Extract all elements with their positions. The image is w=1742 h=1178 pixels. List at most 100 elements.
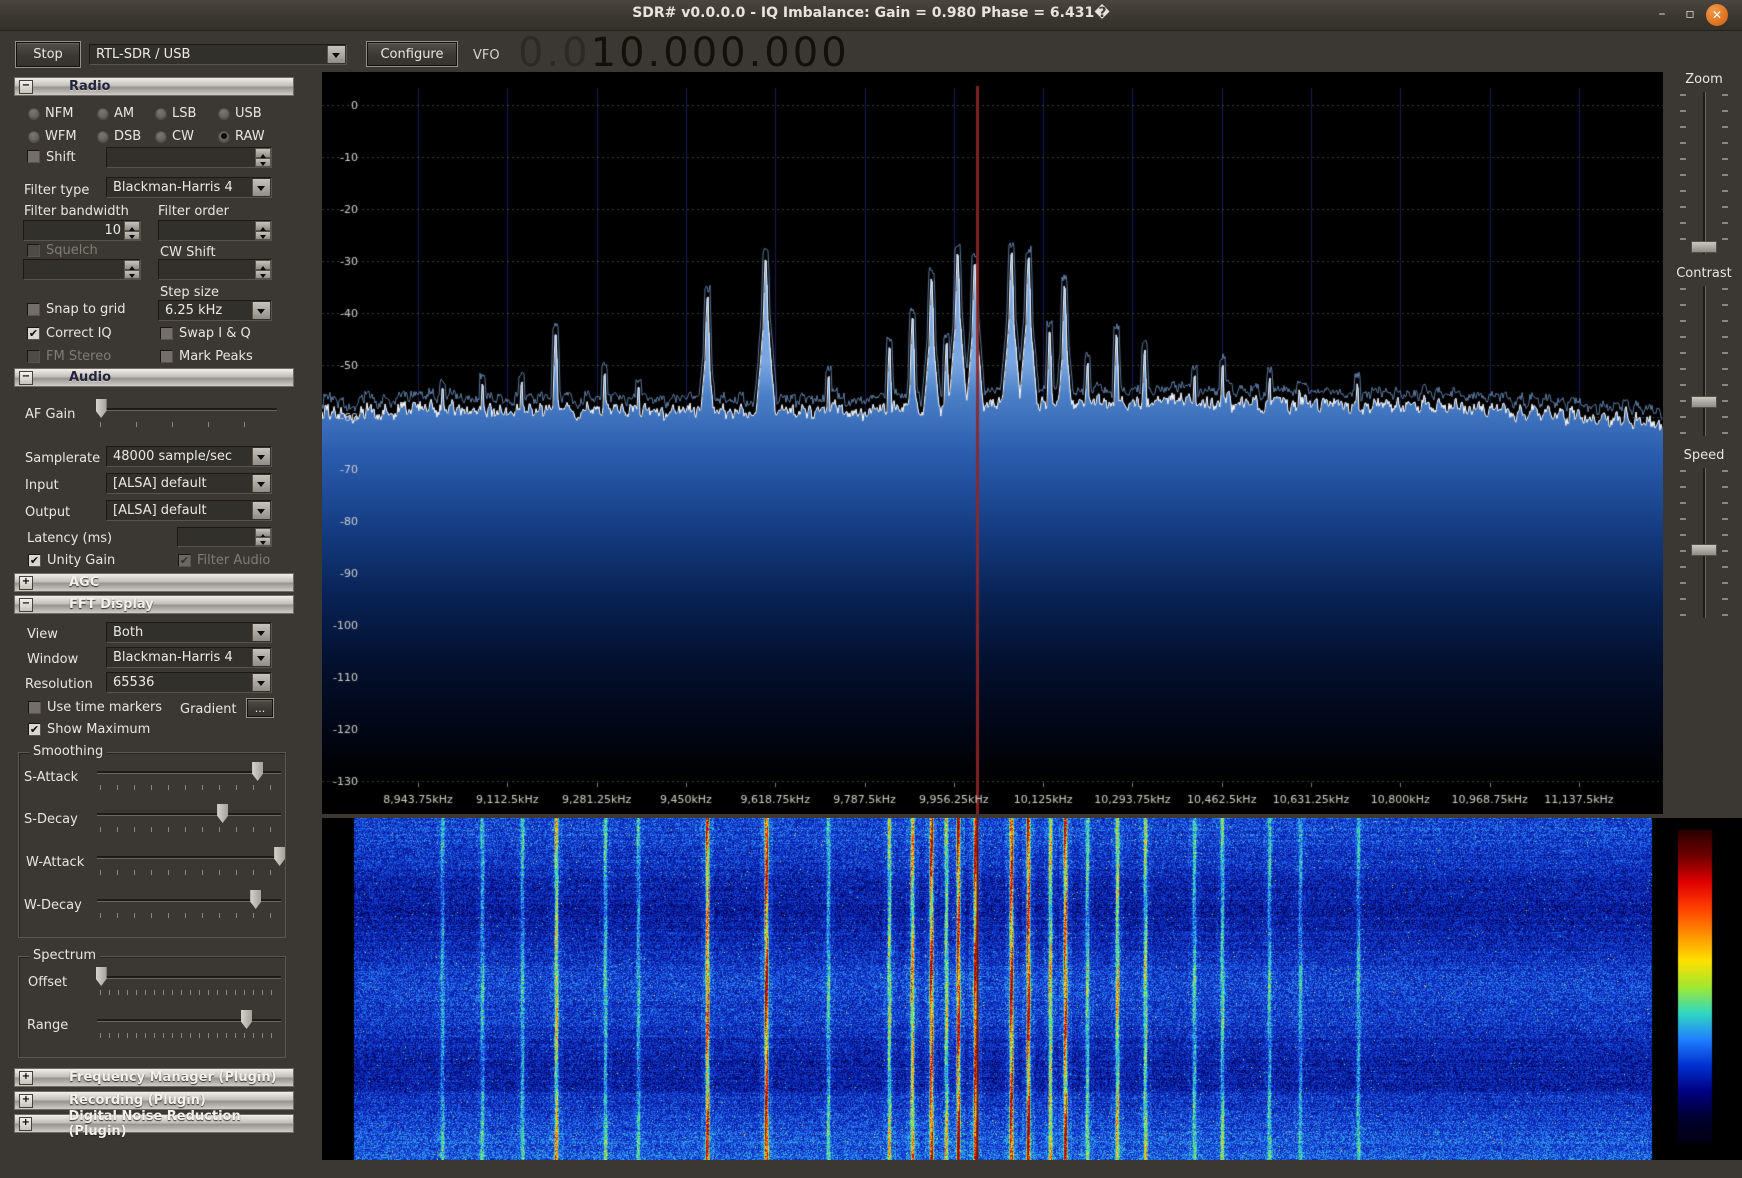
close-button[interactable]: ✕ (1706, 4, 1728, 26)
cw-shift-spinner[interactable] (255, 260, 271, 279)
s-attack-slider[interactable] (97, 762, 281, 792)
slider-track[interactable] (97, 813, 281, 815)
expand-icon[interactable]: + (19, 1071, 33, 1085)
w-attack-slider[interactable] (97, 847, 281, 877)
samplerate-select[interactable]: 48000 sample/sec (106, 446, 272, 467)
af-gain-slider[interactable] (97, 399, 277, 429)
chevron-down-icon[interactable] (252, 179, 270, 196)
snap-to-grid-label: Snap to grid (46, 302, 126, 317)
radio-mode-raw[interactable] (218, 130, 230, 142)
slider-thumb[interactable] (96, 967, 107, 986)
shift-spinner[interactable] (255, 148, 271, 167)
slider-track[interactable] (1703, 92, 1705, 254)
collapse-icon[interactable]: − (19, 598, 33, 612)
slider-track[interactable] (97, 856, 281, 858)
cw-shift-field[interactable] (158, 259, 272, 280)
radio-mode-dsb[interactable] (97, 130, 109, 142)
input-select[interactable]: [ALSA] default (106, 473, 272, 494)
latency-spinner[interactable] (255, 528, 271, 546)
recording-plugin-header[interactable]: + Recording (Plugin) (14, 1091, 294, 1110)
radio-mode-cw[interactable] (155, 130, 167, 142)
minimize-button[interactable]: – (1653, 6, 1671, 24)
slider-track[interactable] (1703, 286, 1705, 436)
chevron-down-icon[interactable] (252, 448, 270, 465)
gradient-button[interactable]: ... (247, 699, 273, 717)
step-size-select[interactable]: 6.25 kHz (158, 300, 272, 321)
radio-mode-usb[interactable] (218, 107, 230, 119)
unity-gain-checkbox[interactable]: ✔ (28, 554, 41, 567)
agc-panel-header[interactable]: + AGC (14, 573, 294, 592)
show-maximum-checkbox[interactable]: ✔ (28, 723, 41, 736)
chevron-down-icon[interactable] (252, 475, 270, 492)
chevron-down-icon[interactable] (252, 649, 270, 666)
slider-track[interactable] (97, 408, 277, 410)
shift-field[interactable] (106, 147, 272, 168)
filter-bandwidth-field[interactable]: 10 (23, 220, 141, 241)
offset-slider[interactable] (97, 967, 281, 997)
radio-mode-am[interactable] (97, 107, 109, 119)
squelch-spinner[interactable] (124, 260, 140, 279)
swap-iq-checkbox[interactable] (160, 327, 173, 340)
radio-mode-usb-label: USB (235, 106, 262, 121)
offset-label: Offset (28, 975, 67, 990)
w-decay-slider[interactable] (97, 890, 281, 920)
configure-button[interactable]: Configure (367, 42, 457, 66)
slider-track[interactable] (97, 976, 281, 978)
slider-thumb[interactable] (1691, 396, 1717, 408)
chevron-down-icon[interactable] (252, 502, 270, 519)
mark-peaks-checkbox[interactable] (160, 350, 173, 363)
audio-panel-header[interactable]: − Audio (14, 368, 294, 387)
fm-stereo-checkbox (27, 350, 40, 363)
fft-panel-header[interactable]: − FFT Display (14, 595, 294, 614)
filter-type-select[interactable]: Blackman-Harris 4 (106, 177, 272, 198)
resolution-select[interactable]: 65536 (106, 672, 272, 693)
radio-mode-nfm[interactable] (28, 107, 40, 119)
use-time-markers-checkbox[interactable] (28, 701, 41, 714)
slider-thumb[interactable] (252, 762, 263, 781)
snap-to-grid-checkbox[interactable] (27, 303, 40, 316)
frequency-display[interactable]: 0.010.000.000 (518, 30, 850, 76)
filter-bandwidth-spinner[interactable] (124, 221, 140, 240)
range-slider[interactable] (97, 1010, 281, 1040)
radio-panel-header[interactable]: − Radio (14, 77, 294, 96)
speed-slider[interactable] (1672, 468, 1736, 618)
chevron-down-icon[interactable] (327, 46, 345, 63)
slider-thumb[interactable] (1691, 241, 1717, 253)
expand-icon[interactable]: + (19, 1094, 33, 1108)
radio-mode-lsb[interactable] (155, 107, 167, 119)
latency-field[interactable] (177, 527, 272, 547)
spectrum-display[interactable] (322, 72, 1663, 814)
expand-icon[interactable]: + (19, 576, 33, 590)
slider-thumb[interactable] (217, 804, 228, 823)
collapse-icon[interactable]: − (19, 80, 33, 94)
chevron-down-icon[interactable] (252, 674, 270, 691)
maximize-button[interactable]: ▫ (1681, 6, 1699, 24)
chevron-down-icon[interactable] (252, 624, 270, 641)
shift-checkbox[interactable] (27, 150, 40, 163)
filter-type-label: Filter type (24, 183, 89, 198)
radio-mode-wfm[interactable] (28, 130, 40, 142)
correct-iq-checkbox[interactable]: ✔ (27, 327, 40, 340)
noise-reduction-plugin-header[interactable]: + Digital Noise Reduction (Plugin) (14, 1114, 294, 1133)
chevron-down-icon[interactable] (252, 302, 270, 319)
contrast-slider[interactable] (1672, 286, 1736, 436)
slider-thumb[interactable] (250, 890, 261, 909)
slider-thumb[interactable] (96, 399, 107, 418)
s-decay-slider[interactable] (97, 804, 281, 834)
squelch-field[interactable] (23, 259, 141, 280)
slider-thumb[interactable] (241, 1010, 252, 1029)
waterfall-display[interactable] (322, 818, 1742, 1160)
zoom-slider[interactable] (1672, 92, 1736, 254)
frequency-manager-plugin-header[interactable]: + Frequency Manager (Plugin) (14, 1068, 294, 1087)
output-select[interactable]: [ALSA] default (106, 500, 272, 521)
device-select[interactable]: RTL-SDR / USB (89, 44, 347, 65)
collapse-icon[interactable]: − (19, 371, 33, 385)
slider-track[interactable] (97, 1019, 281, 1021)
window-select[interactable]: Blackman-Harris 4 (106, 647, 272, 668)
view-select[interactable]: Both (106, 622, 272, 643)
filter-order-spinner[interactable] (255, 221, 271, 240)
filter-order-field[interactable] (158, 220, 272, 241)
stop-button[interactable]: Stop (16, 42, 80, 67)
slider-thumb[interactable] (1691, 544, 1717, 556)
expand-icon[interactable]: + (19, 1117, 32, 1131)
